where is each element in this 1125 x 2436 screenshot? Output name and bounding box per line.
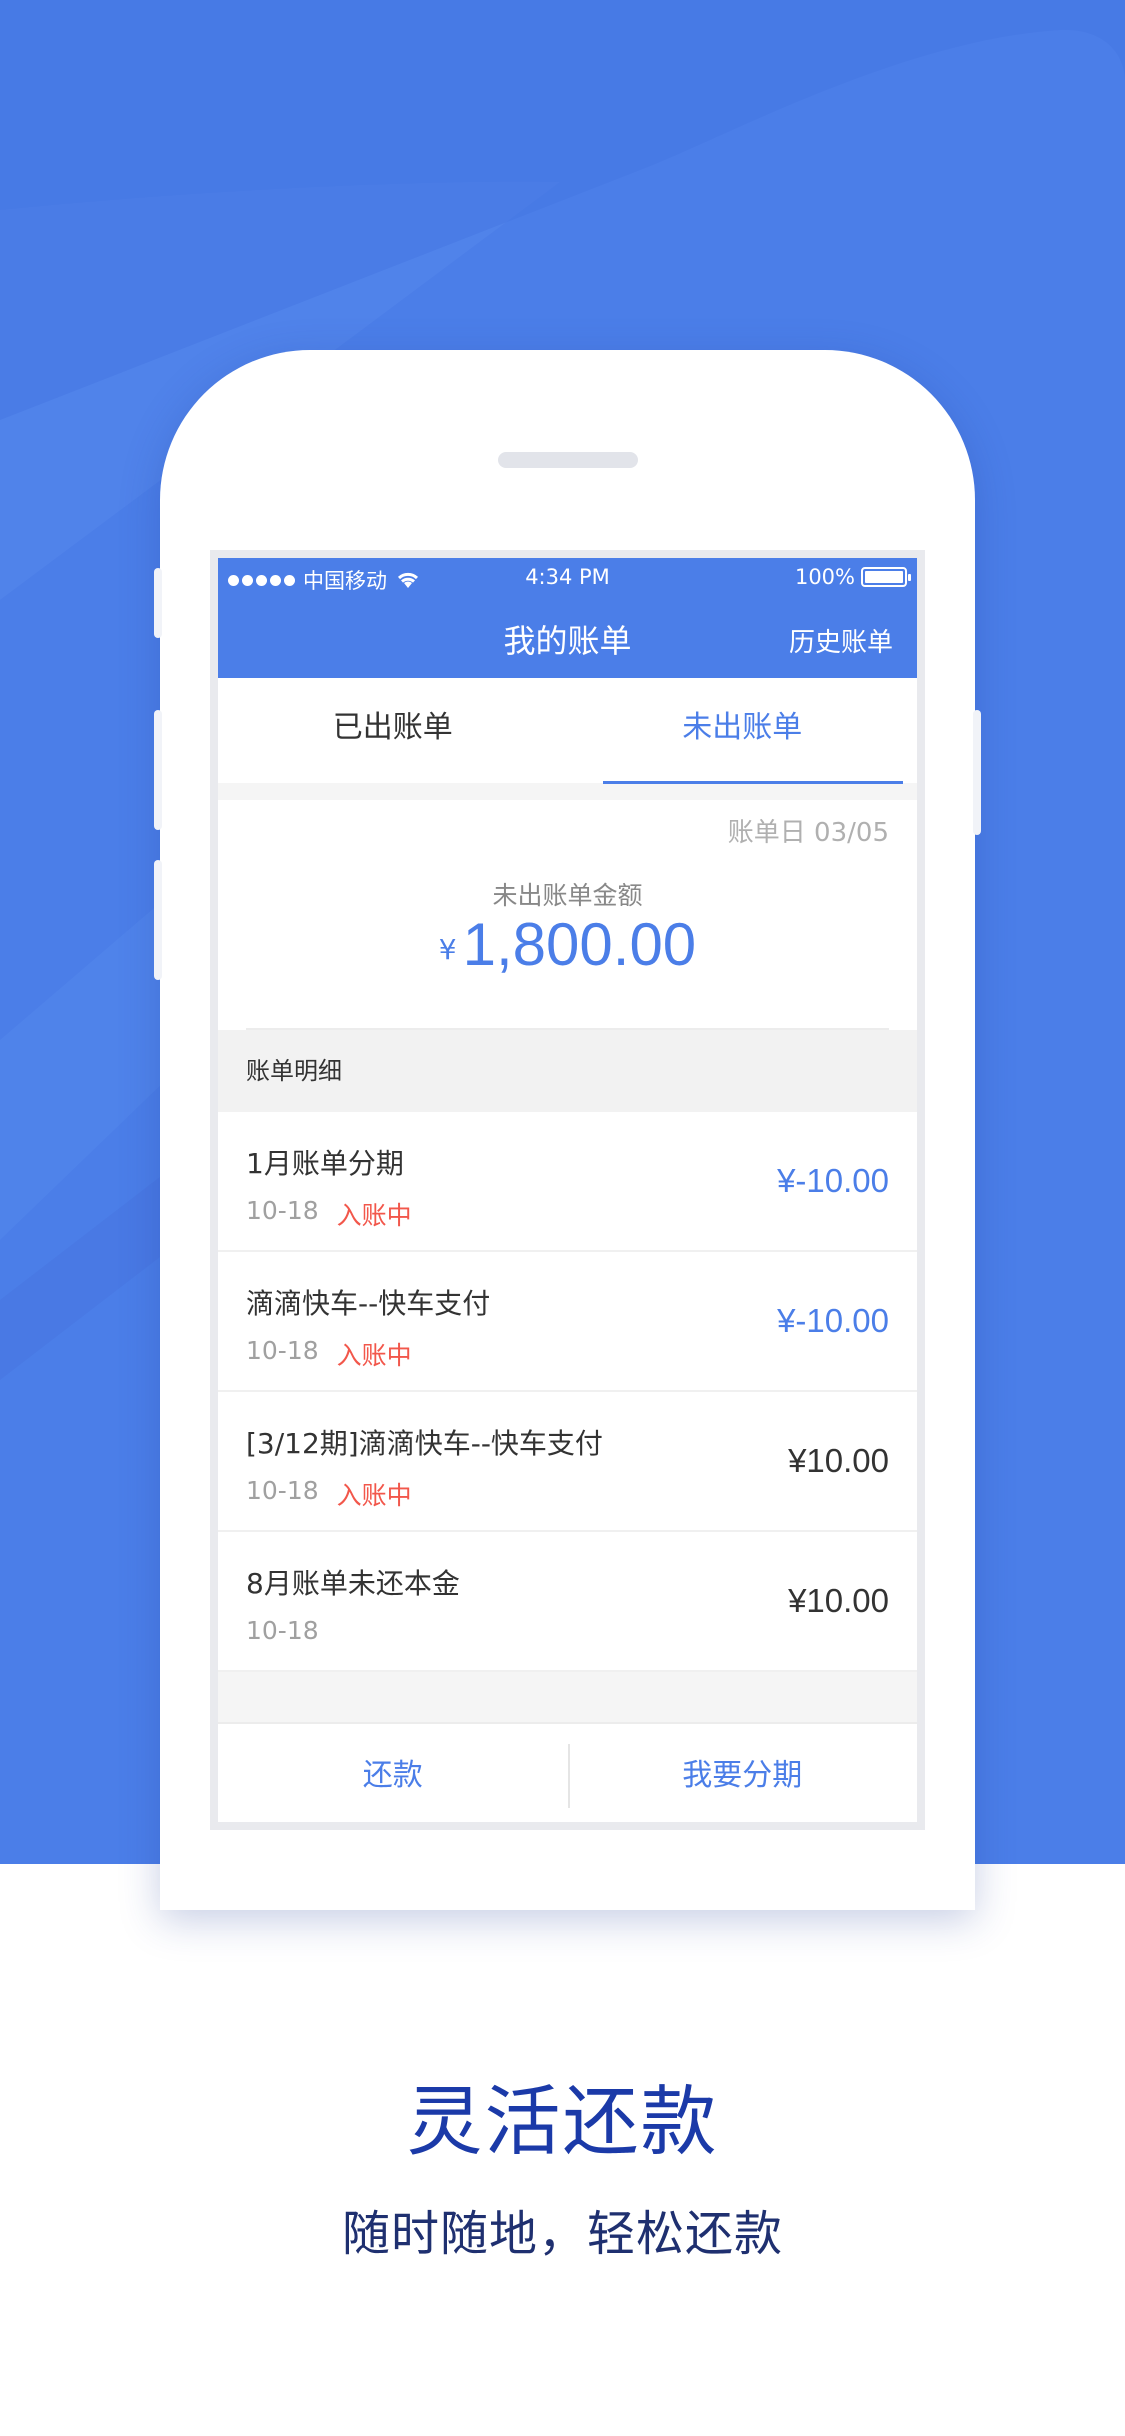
installment-button[interactable]: 我要分期 bbox=[568, 1724, 918, 1822]
item-status: 入账中 bbox=[336, 1341, 412, 1370]
summary-amount: ¥1,800.00 bbox=[218, 910, 917, 979]
item-date: 10-18 bbox=[246, 1616, 319, 1645]
phone-mockup: 中国移动 4:34 PM 100% 我的账单 历史账单 已出账单 未出账单 账单… bbox=[154, 350, 981, 1910]
active-tab-indicator bbox=[603, 781, 903, 784]
item-amount: ¥10.00 bbox=[788, 1582, 889, 1619]
item-amount: ¥10.00 bbox=[788, 1442, 889, 1479]
status-right: 100% bbox=[794, 565, 911, 589]
item-title: 滴滴快车--快车支付 bbox=[246, 1287, 491, 1320]
item-status: 入账中 bbox=[336, 1481, 412, 1510]
bottom-action-bar: 还款 我要分期 bbox=[218, 1722, 918, 1822]
item-meta: 10-18 入账中 bbox=[246, 1196, 412, 1232]
item-title: [3/12期]滴滴快车--快车支付 bbox=[246, 1427, 603, 1460]
bill-tabs: 已出账单 未出账单 bbox=[218, 678, 918, 784]
phone-volume-up-button bbox=[154, 710, 162, 830]
phone-speaker bbox=[498, 452, 638, 468]
bill-detail-list: 1月账单分期 10-18 入账中 ¥-10.00 滴滴快车--快车支付 10-1… bbox=[218, 1112, 917, 1672]
phone-side-button bbox=[154, 568, 162, 638]
item-date: 10-18 bbox=[246, 1476, 319, 1505]
repay-button[interactable]: 还款 bbox=[218, 1724, 568, 1822]
caption-subtitle: 随时随地，轻松还款 bbox=[341, 2206, 783, 2262]
item-meta: 10-18 bbox=[246, 1616, 319, 1645]
list-item[interactable]: 8月账单未还本金 10-18 ¥10.00 bbox=[218, 1532, 917, 1672]
list-item[interactable]: [3/12期]滴滴快车--快车支付 10-18 入账中 ¥10.00 bbox=[218, 1392, 917, 1532]
item-amount: ¥-10.00 bbox=[777, 1162, 889, 1199]
item-title: 1月账单分期 bbox=[246, 1147, 404, 1180]
currency-symbol: ¥ bbox=[438, 933, 457, 966]
bill-summary: 账单日 03/05 未出账单金额 ¥1,800.00 bbox=[218, 800, 917, 1030]
history-bills-button[interactable]: 历史账单 bbox=[789, 622, 893, 659]
bill-date: 账单日 03/05 bbox=[727, 818, 889, 848]
list-item[interactable]: 1月账单分期 10-18 入账中 ¥-10.00 bbox=[218, 1112, 917, 1252]
caption-title: 灵活还款 bbox=[406, 2077, 719, 2166]
battery-icon bbox=[861, 567, 911, 587]
amount-value: 1,800.00 bbox=[462, 911, 697, 978]
nav-bar: 我的账单 历史账单 bbox=[218, 598, 917, 678]
promo-caption: 灵活还款 随时随地，轻松还款 bbox=[0, 2060, 1125, 2264]
item-date: 10-18 bbox=[246, 1196, 319, 1225]
item-amount: ¥-10.00 bbox=[777, 1302, 889, 1339]
status-bar: 中国移动 4:34 PM 100% bbox=[218, 558, 917, 598]
item-meta: 10-18 入账中 bbox=[246, 1336, 412, 1372]
tab-issued-bills[interactable]: 已出账单 bbox=[218, 678, 568, 783]
summary-label: 未出账单金额 bbox=[492, 881, 643, 910]
list-item[interactable]: 滴滴快车--快车支付 10-18 入账中 ¥-10.00 bbox=[218, 1252, 917, 1392]
phone-volume-down-button bbox=[154, 860, 162, 980]
item-title: 8月账单未还本金 bbox=[246, 1567, 460, 1600]
item-date: 10-18 bbox=[246, 1336, 319, 1365]
item-meta: 10-18 入账中 bbox=[246, 1476, 412, 1512]
battery-percent: 100% bbox=[794, 565, 855, 589]
app-screen: 中国移动 4:34 PM 100% 我的账单 历史账单 已出账单 未出账单 账单… bbox=[210, 550, 925, 1830]
item-status: 入账中 bbox=[336, 1201, 412, 1230]
tab-unissued-bills[interactable]: 未出账单 bbox=[568, 678, 918, 783]
phone-power-button bbox=[973, 710, 981, 835]
detail-section-header: 账单明细 bbox=[218, 1030, 917, 1112]
